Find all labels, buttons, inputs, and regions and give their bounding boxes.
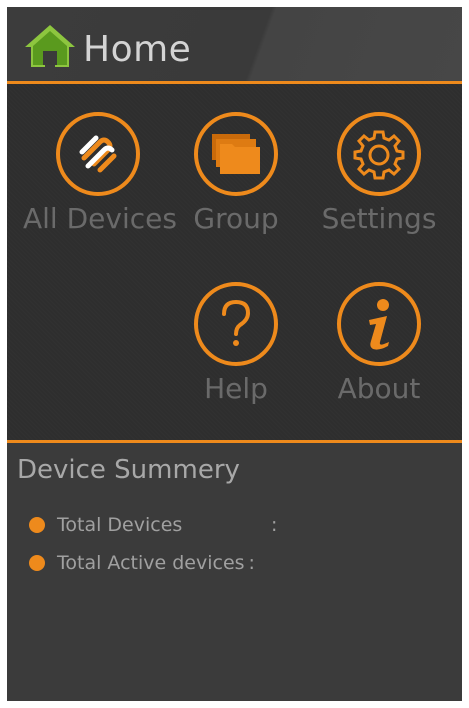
app-screen: Home All Devices Group Settings Help Abo…: [7, 7, 462, 701]
total-devices-label: Total Devices: [57, 514, 183, 536]
about-label: About: [337, 372, 421, 405]
help-label: Help: [204, 372, 268, 405]
all-devices-circle: [56, 112, 140, 196]
all-devices-button[interactable]: All Devices: [23, 112, 177, 235]
bullet-icon: [29, 517, 45, 533]
settings-circle: [337, 112, 421, 196]
gear-icon: [353, 130, 405, 180]
bullet-icon: [29, 555, 45, 571]
header-bar: Home: [7, 7, 462, 84]
folders-icon: [212, 134, 260, 174]
group-circle: [194, 112, 278, 196]
total-active-devices-row: Total Active devices :: [29, 551, 255, 575]
menu-grid: All Devices Group Settings Help About: [7, 84, 462, 443]
info-icon: [369, 299, 389, 350]
total-active-devices-colon: :: [248, 552, 255, 574]
group-label: Group: [193, 202, 279, 235]
help-button[interactable]: Help: [161, 282, 311, 405]
settings-button[interactable]: Settings: [304, 112, 454, 235]
summary-title: Device Summery: [17, 455, 240, 485]
settings-label: Settings: [321, 202, 437, 235]
device-summary-panel: Device Summery Total Devices : Total Act…: [7, 443, 462, 701]
all-devices-icon: [79, 135, 117, 173]
page-title: Home: [83, 29, 192, 70]
question-icon: [222, 299, 251, 346]
total-devices-colon: :: [271, 514, 278, 536]
home-icon[interactable]: [23, 23, 77, 69]
all-devices-label: All Devices: [23, 202, 177, 235]
about-button[interactable]: About: [304, 282, 454, 405]
total-devices-row: Total Devices: [29, 513, 182, 537]
total-active-devices-label: Total Active devices: [57, 552, 245, 574]
about-circle: [337, 282, 421, 366]
group-button[interactable]: Group: [161, 112, 311, 235]
help-circle: [194, 282, 278, 366]
